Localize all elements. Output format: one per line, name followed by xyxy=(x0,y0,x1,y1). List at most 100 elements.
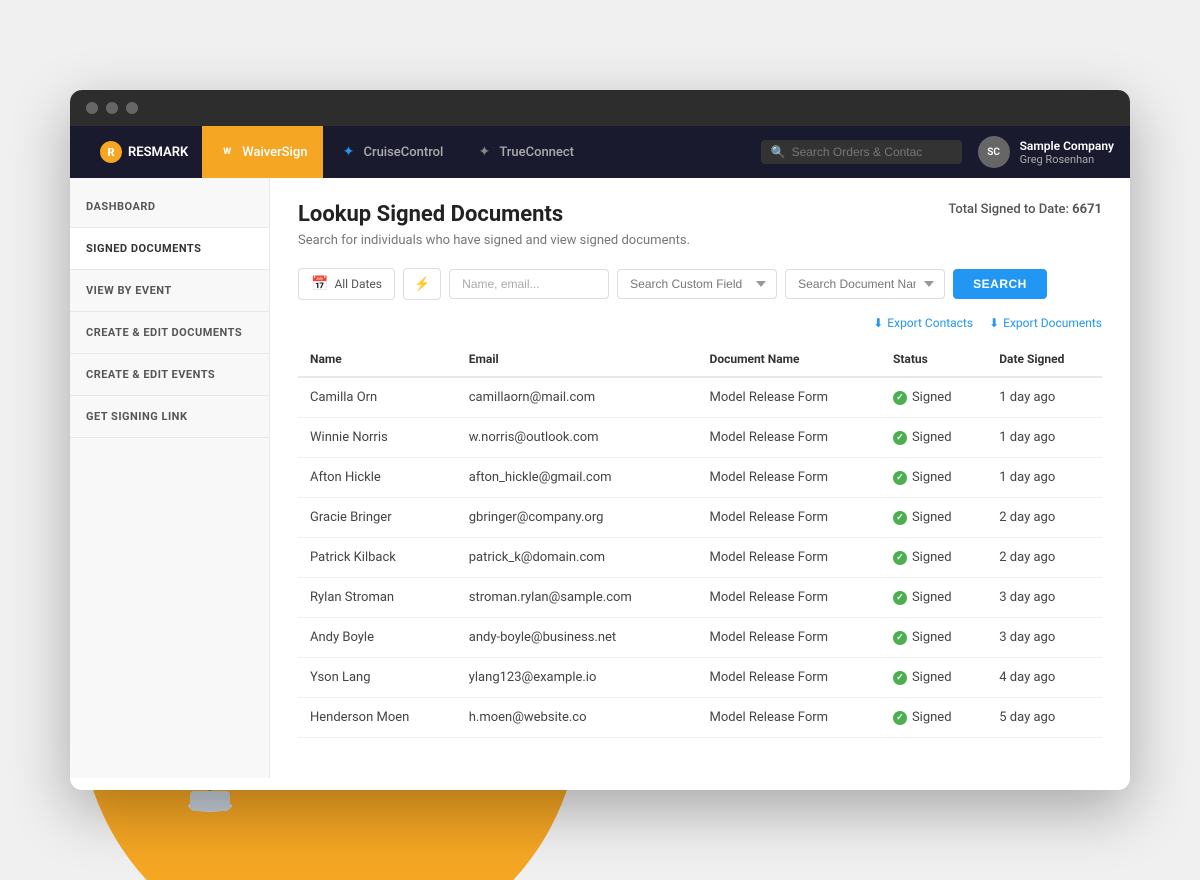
cell-date: 1 day ago xyxy=(987,418,1102,458)
table-row[interactable]: Henderson Moen h.moen@website.co Model R… xyxy=(298,698,1102,738)
nav-brand[interactable]: R RESMARK xyxy=(86,126,202,178)
sidebar-item-create-edit-documents[interactable]: CREATE & EDIT DOCUMENTS xyxy=(70,312,269,354)
table-row[interactable]: Rylan Stroman stroman.rylan@sample.com M… xyxy=(298,578,1102,618)
cell-email: patrick_k@domain.com xyxy=(457,538,698,578)
table-body: Camilla Orn camillaorn@mail.com Model Re… xyxy=(298,377,1102,738)
cell-document: Model Release Form xyxy=(698,418,881,458)
cell-date: 3 day ago xyxy=(987,618,1102,658)
export-contacts-link[interactable]: ⬇ Export Contacts xyxy=(873,316,973,330)
filter-button[interactable]: ⚡ xyxy=(403,268,441,300)
status-label: Signed xyxy=(912,670,952,685)
cell-email: stroman.rylan@sample.com xyxy=(457,578,698,618)
total-signed-count: 6671 xyxy=(1072,202,1102,217)
cell-email: h.moen@website.co xyxy=(457,698,698,738)
status-dot xyxy=(893,391,907,405)
cell-status: Signed xyxy=(881,698,987,738)
cell-date: 1 day ago xyxy=(987,458,1102,498)
export-documents-link[interactable]: ⬇ Export Documents xyxy=(989,316,1102,330)
cell-status: Signed xyxy=(881,618,987,658)
cell-name: Gracie Bringer xyxy=(298,498,457,538)
nav-tab-waiversign[interactable]: W WaiverSign xyxy=(202,126,323,178)
global-search[interactable]: 🔍 xyxy=(761,140,962,164)
status-label: Signed xyxy=(912,470,952,485)
cell-document: Model Release Form xyxy=(698,538,881,578)
browser-window: R RESMARK W WaiverSign ✦ CruiseControl ✦… xyxy=(70,90,1130,790)
status-label: Signed xyxy=(912,390,952,405)
search-bar: 📅 All Dates ⚡ Search Custom Field Search… xyxy=(298,268,1102,300)
name-email-input[interactable] xyxy=(449,269,609,299)
results-table: Name Email Document Name Status Date Sig… xyxy=(298,342,1102,738)
date-label: All Dates xyxy=(334,277,382,291)
col-name: Name xyxy=(298,342,457,377)
cell-name: Andy Boyle xyxy=(298,618,457,658)
page-subtitle: Search for individuals who have signed a… xyxy=(298,233,1102,248)
sidebar-item-get-signing-link[interactable]: GET SIGNING LINK xyxy=(70,396,269,438)
status-label: Signed xyxy=(912,590,952,605)
user-menu[interactable]: SC Sample Company Greg Rosenhan xyxy=(978,136,1114,168)
cell-email: ylang123@example.io xyxy=(457,658,698,698)
nav-tab-cruisecontrol[interactable]: ✦ CruiseControl xyxy=(323,126,459,178)
export-row: ⬇ Export Contacts ⬇ Export Documents xyxy=(298,316,1102,330)
document-name-dropdown[interactable]: Search Document Name xyxy=(785,269,945,299)
search-button[interactable]: SEARCH xyxy=(953,269,1047,299)
search-icon: 🔍 xyxy=(771,145,786,159)
date-picker[interactable]: 📅 All Dates xyxy=(298,268,395,300)
trueconnect-label: TrueConnect xyxy=(499,145,574,160)
download-contacts-icon: ⬇ xyxy=(873,316,883,330)
browser-dot-2 xyxy=(106,102,118,114)
cell-name: Winnie Norris xyxy=(298,418,457,458)
status-dot xyxy=(893,471,907,485)
top-nav: R RESMARK W WaiverSign ✦ CruiseControl ✦… xyxy=(70,126,1130,178)
cell-email: afton_hickle@gmail.com xyxy=(457,458,698,498)
custom-field-dropdown[interactable]: Search Custom Field xyxy=(617,269,777,299)
table-row[interactable]: Yson Lang ylang123@example.io Model Rele… xyxy=(298,658,1102,698)
table-row[interactable]: Camilla Orn camillaorn@mail.com Model Re… xyxy=(298,377,1102,418)
table-row[interactable]: Gracie Bringer gbringer@company.org Mode… xyxy=(298,498,1102,538)
cell-document: Model Release Form xyxy=(698,498,881,538)
status-label: Signed xyxy=(912,710,952,725)
cell-date: 1 day ago xyxy=(987,377,1102,418)
download-documents-icon: ⬇ xyxy=(989,316,999,330)
user-company: Sample Company xyxy=(1020,139,1114,153)
table-row[interactable]: Afton Hickle afton_hickle@gmail.com Mode… xyxy=(298,458,1102,498)
cell-name: Patrick Kilback xyxy=(298,538,457,578)
table-row[interactable]: Winnie Norris w.norris@outlook.com Model… xyxy=(298,418,1102,458)
status-label: Signed xyxy=(912,430,952,445)
nav-tab-trueconnect[interactable]: ✦ TrueConnect xyxy=(459,126,590,178)
sidebar-item-dashboard[interactable]: DASHBOARD xyxy=(70,186,269,228)
cell-document: Model Release Form xyxy=(698,458,881,498)
calendar-icon: 📅 xyxy=(311,276,328,292)
cell-document: Model Release Form xyxy=(698,377,881,418)
cell-status: Signed xyxy=(881,458,987,498)
total-signed-label: Total Signed to Date: xyxy=(948,202,1069,217)
cell-document: Model Release Form xyxy=(698,578,881,618)
table-row[interactable]: Andy Boyle andy-boyle@business.net Model… xyxy=(298,618,1102,658)
col-date: Date Signed xyxy=(987,342,1102,377)
avatar: SC xyxy=(978,136,1010,168)
user-name: Greg Rosenhan xyxy=(1020,153,1114,166)
cruisecontrol-label: CruiseControl xyxy=(363,145,443,160)
cell-status: Signed xyxy=(881,578,987,618)
sidebar-item-create-edit-events[interactable]: CREATE & EDIT EVENTS xyxy=(70,354,269,396)
status-dot xyxy=(893,631,907,645)
page-title: Lookup Signed Documents xyxy=(298,202,563,227)
cell-date: 3 day ago xyxy=(987,578,1102,618)
sidebar-item-view-by-event[interactable]: VIEW BY EVENT xyxy=(70,270,269,312)
cell-date: 2 day ago xyxy=(987,538,1102,578)
col-status: Status xyxy=(881,342,987,377)
status-label: Signed xyxy=(912,550,952,565)
status-dot xyxy=(893,591,907,605)
sidebar-item-signed-documents[interactable]: SIGNED DOCUMENTS xyxy=(70,228,269,270)
col-document: Document Name xyxy=(698,342,881,377)
cell-status: Signed xyxy=(881,658,987,698)
user-info: Sample Company Greg Rosenhan xyxy=(1020,139,1114,166)
cell-document: Model Release Form xyxy=(698,618,881,658)
browser-dot-1 xyxy=(86,102,98,114)
cell-status: Signed xyxy=(881,498,987,538)
global-search-input[interactable] xyxy=(792,145,952,159)
total-signed: Total Signed to Date: 6671 xyxy=(948,202,1102,217)
cell-name: Rylan Stroman xyxy=(298,578,457,618)
cell-name: Yson Lang xyxy=(298,658,457,698)
table-row[interactable]: Patrick Kilback patrick_k@domain.com Mod… xyxy=(298,538,1102,578)
cell-name: Afton Hickle xyxy=(298,458,457,498)
